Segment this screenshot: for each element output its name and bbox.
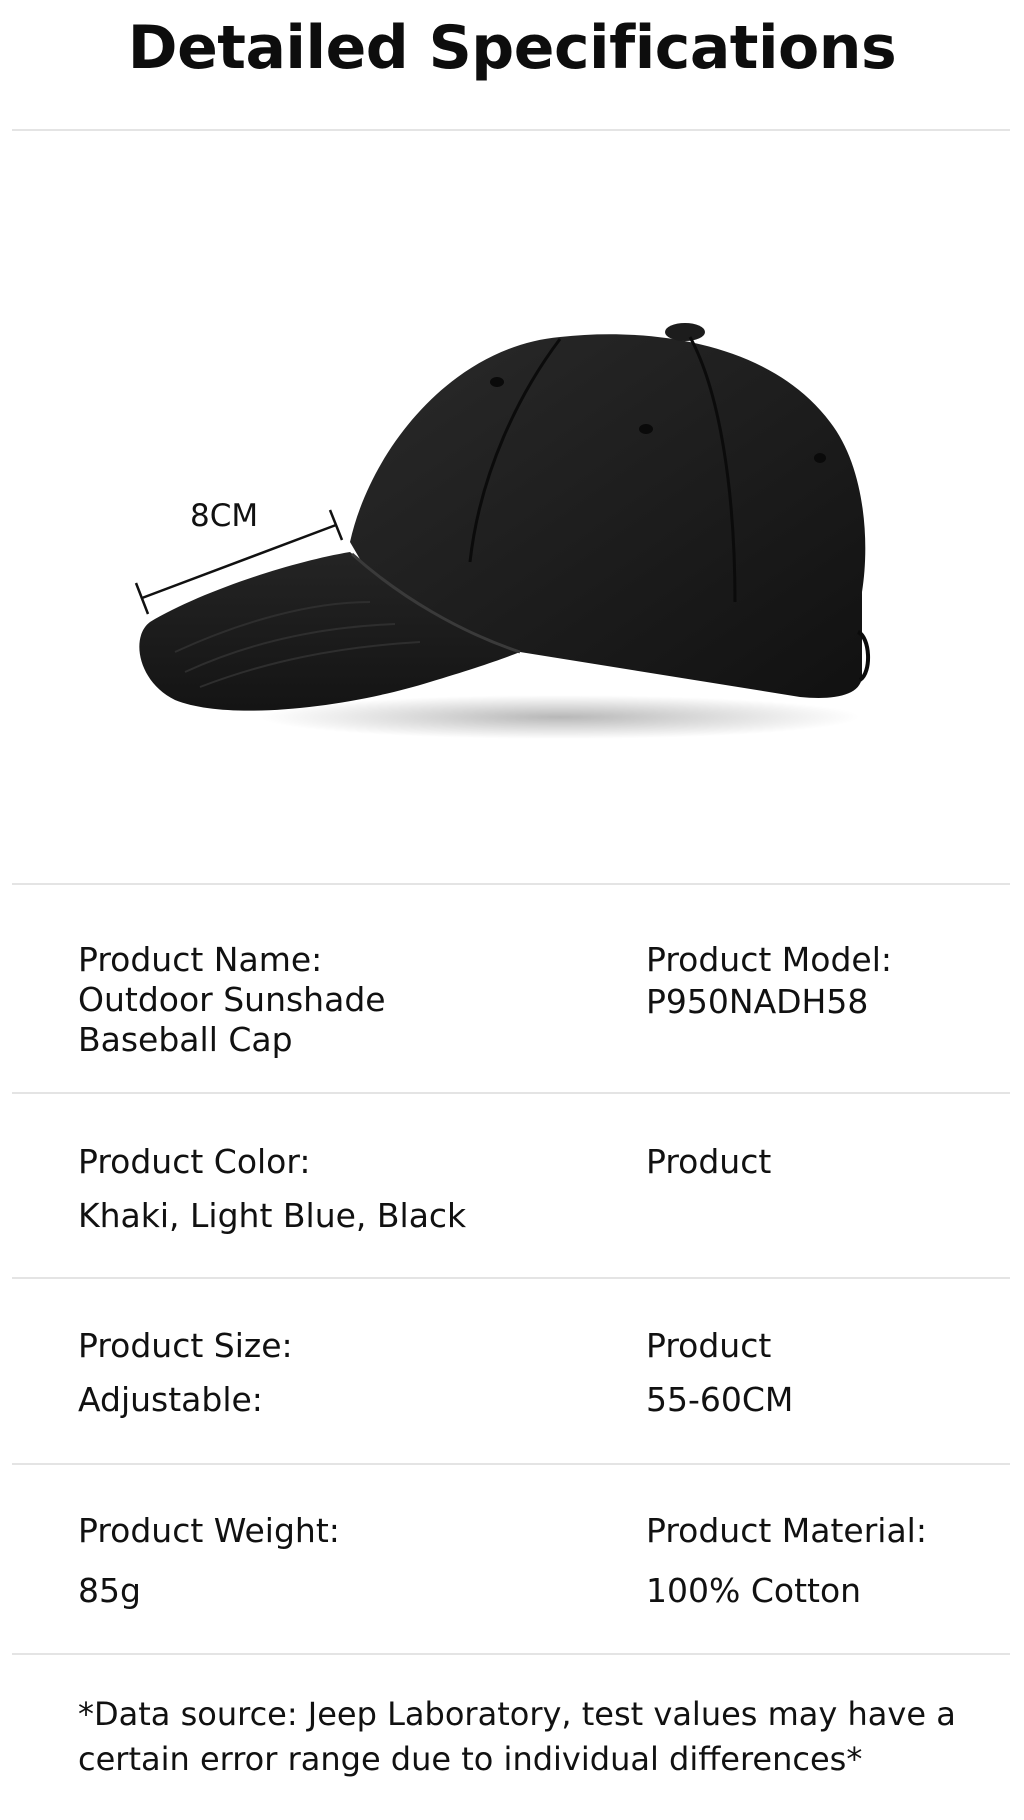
spec-label: Product Model: (646, 940, 892, 979)
measurement-label: 8CM (190, 498, 259, 534)
spec-label: Product Color: (78, 1142, 311, 1181)
cap-eyelet (814, 453, 826, 463)
cap-illustration (134, 323, 870, 739)
spec-value: P950NADH58 (646, 982, 869, 1021)
spec-product-size: Product Size: Adjustable: (78, 1326, 293, 1420)
product-photo: 8CM (0, 132, 1024, 882)
spec-product-material: Product Material: 100% Cotton (646, 1511, 927, 1611)
spec-value: Adjustable: (78, 1380, 263, 1419)
cap-button (665, 323, 705, 341)
cap-eyelet (639, 424, 653, 434)
data-source-footnote: *Data source: Jeep Laboratory, test valu… (78, 1695, 956, 1778)
spec-label: Product Size: (78, 1326, 293, 1365)
cap-eyelet (490, 377, 504, 387)
spec-product-model: Product Model: P950NADH58 (646, 940, 892, 1022)
spec-product-range: Product 55-60CM (646, 1326, 793, 1420)
spec-product-name: Product Name: Outdoor Sunshade Baseball … (78, 940, 386, 1060)
measurement-tick (328, 509, 344, 541)
spec-product-color: Product Color: Khaki, Light Blue, Black (78, 1142, 466, 1236)
spec-value: 55-60CM (646, 1380, 794, 1419)
spec-value: Outdoor Sunshade Baseball Cap (78, 980, 386, 1059)
spec-label: Product Weight: (78, 1511, 340, 1550)
divider (12, 1463, 1010, 1465)
spec-value: Khaki, Light Blue, Black (78, 1196, 467, 1235)
page-title: Detailed Specifications (127, 13, 897, 83)
spec-product-weight: Product Weight: 85g (78, 1511, 340, 1611)
divider-top (12, 129, 1010, 131)
divider (12, 1092, 1010, 1094)
cap-shadow (260, 695, 860, 739)
measurement-tick (134, 582, 150, 615)
divider (12, 883, 1010, 885)
divider (12, 1653, 1010, 1655)
spec-label: Product Name: (78, 940, 323, 979)
spec-product-misc: Product (646, 1142, 771, 1182)
divider (12, 1277, 1010, 1279)
spec-label: Product Material: (646, 1511, 927, 1550)
spec-value: 100% Cotton (646, 1571, 862, 1610)
spec-value: 85g (78, 1571, 141, 1610)
spec-label: Product (646, 1142, 772, 1181)
spec-label: Product (646, 1326, 772, 1365)
